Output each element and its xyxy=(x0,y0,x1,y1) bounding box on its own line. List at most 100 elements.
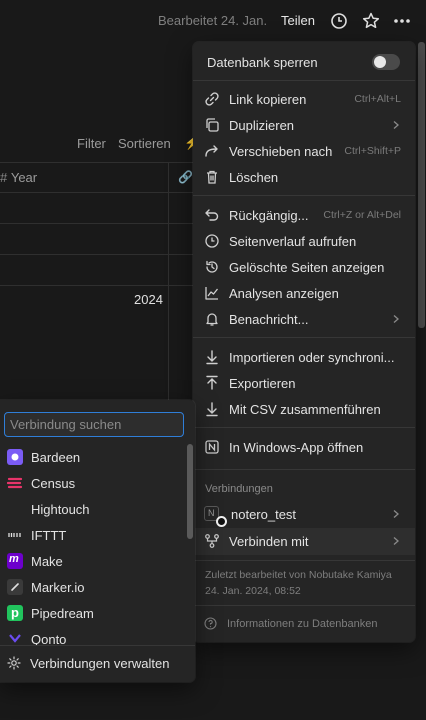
analytics-label: Analysen anzeigen xyxy=(229,286,339,301)
connection-name: notero_test xyxy=(231,507,297,522)
hightouch-logo-icon xyxy=(7,501,23,517)
manage-connections-button[interactable]: Verbindungen verwalten xyxy=(0,645,195,680)
page-scrollbar[interactable] xyxy=(418,42,425,328)
link-icon xyxy=(204,91,220,107)
favorite-star-icon[interactable] xyxy=(361,11,381,31)
export-icon xyxy=(204,375,220,391)
connection-option-label: Bardeen xyxy=(31,450,81,465)
connections-dropdown: Bardeen Census Hightouch IFTTT m Make Ma… xyxy=(0,400,195,682)
connection-option-label: Make xyxy=(31,554,63,569)
connections-scrollbar[interactable] xyxy=(187,444,193,539)
connection-option-make[interactable]: m Make xyxy=(0,548,185,574)
more-options-icon[interactable] xyxy=(392,11,412,31)
bell-icon xyxy=(204,311,220,327)
chevron-right-icon xyxy=(391,536,401,546)
census-logo-icon xyxy=(7,475,23,491)
connection-option-ifttt[interactable]: IFTTT xyxy=(0,522,185,548)
clock-icon xyxy=(204,233,220,249)
copy-link-item[interactable]: Link kopieren Ctrl+Alt+L xyxy=(193,86,415,112)
undo-item[interactable]: Rückgängig... Ctrl+Z or Alt+Del xyxy=(193,202,415,228)
gear-icon xyxy=(7,656,21,670)
csv-merge-icon xyxy=(204,401,220,417)
connection-option-markerio[interactable]: Marker.io xyxy=(0,574,185,600)
table-border xyxy=(0,223,195,224)
divider xyxy=(193,469,415,470)
move-to-item[interactable]: Verschieben nach Ctrl+Shift+P xyxy=(193,138,415,164)
chevron-right-icon xyxy=(391,509,401,519)
last-edited-label: Bearbeitet 24. Jan. xyxy=(158,13,268,28)
chevron-right-icon xyxy=(391,120,401,130)
chevron-right-icon xyxy=(391,314,401,324)
column-divider xyxy=(168,162,169,400)
connection-search-box[interactable] xyxy=(4,412,184,437)
history-clock-icon[interactable] xyxy=(329,11,349,31)
restore-icon xyxy=(204,259,220,275)
connection-option-census[interactable]: Census xyxy=(0,470,185,496)
delete-item[interactable]: Löschen xyxy=(193,164,415,190)
analytics-item[interactable]: Analysen anzeigen xyxy=(193,280,415,306)
import-label: Importieren oder synchroni... xyxy=(229,350,395,365)
bardeen-logo-icon xyxy=(7,449,23,465)
duplicate-item[interactable]: Duplizieren xyxy=(193,112,415,138)
export-label: Exportieren xyxy=(229,376,296,391)
connection-option-pipedream[interactable]: p Pipedream xyxy=(0,600,185,626)
connect-with-item[interactable]: Verbinden mit xyxy=(193,528,415,555)
notifications-item[interactable]: Benachricht... xyxy=(193,306,415,332)
undo-label: Rückgängig... xyxy=(229,208,309,223)
table-border xyxy=(0,254,195,255)
year-cell[interactable]: 2024 xyxy=(134,292,163,307)
divider xyxy=(193,605,415,606)
import-item[interactable]: Importieren oder synchroni... xyxy=(193,344,415,370)
database-info-label: Informationen zu Datenbanken xyxy=(227,618,378,630)
notifications-label: Benachricht... xyxy=(229,312,309,327)
open-windows-app-item[interactable]: In Windows-App öffnen xyxy=(193,434,415,460)
divider xyxy=(193,195,415,196)
connections-heading: Verbindungen xyxy=(205,483,273,495)
divider xyxy=(193,337,415,338)
connection-option-hightouch[interactable]: Hightouch xyxy=(0,496,185,522)
connection-option-bardeen[interactable]: Bardeen xyxy=(0,444,185,470)
markerio-logo-icon xyxy=(7,579,23,595)
connection-option-label: Marker.io xyxy=(31,580,85,595)
move-to-shortcut: Ctrl+Shift+P xyxy=(344,145,401,157)
connect-with-label: Verbinden mit xyxy=(229,534,309,549)
trash-icon xyxy=(204,169,220,185)
open-windows-app-label: In Windows-App öffnen xyxy=(229,440,364,455)
connection-option-label: Hightouch xyxy=(31,502,90,517)
delete-label: Löschen xyxy=(229,170,279,185)
notion-app-icon xyxy=(204,439,220,455)
divider xyxy=(193,80,415,81)
page-history-item[interactable]: Seitenverlauf aufrufen xyxy=(193,228,415,254)
divider xyxy=(193,427,415,428)
table-border xyxy=(0,192,195,193)
duplicate-icon xyxy=(204,117,220,133)
chart-icon xyxy=(204,285,220,301)
database-info-item[interactable]: Informationen zu Datenbanken xyxy=(193,611,415,637)
lock-database-toggle[interactable] xyxy=(372,54,400,70)
connection-search-input[interactable] xyxy=(10,416,175,433)
year-column-header[interactable]: # Year xyxy=(0,170,37,185)
last-edited-date: 24. Jan. 2024, 08:52 xyxy=(205,585,301,597)
connect-nodes-icon xyxy=(204,533,220,549)
connection-option-label: IFTTT xyxy=(31,528,67,543)
undo-shortcut: Ctrl+Z or Alt+Del xyxy=(323,209,401,221)
make-logo-icon: m xyxy=(7,553,23,569)
lock-database-item[interactable]: Datenbank sperren xyxy=(193,48,415,76)
table-border xyxy=(0,285,195,286)
share-button[interactable]: Teilen xyxy=(281,13,315,28)
duplicate-label: Duplizieren xyxy=(229,118,295,133)
copy-link-label: Link kopieren xyxy=(229,92,307,107)
connection-option-label: Pipedream xyxy=(31,606,94,621)
sort-button[interactable]: Sortieren xyxy=(118,136,171,151)
merge-csv-item[interactable]: Mit CSV zusammenführen xyxy=(193,396,415,422)
cursor-indicator xyxy=(216,516,227,527)
export-item[interactable]: Exportieren xyxy=(193,370,415,396)
undo-icon xyxy=(204,207,220,223)
lock-database-label: Datenbank sperren xyxy=(207,55,318,70)
pipedream-logo-icon: p xyxy=(7,605,23,621)
connection-option-label: Census xyxy=(31,476,76,491)
deleted-pages-item[interactable]: Gelöschte Seiten anzeigen xyxy=(193,254,415,280)
merge-csv-label: Mit CSV zusammenführen xyxy=(229,402,381,417)
filter-button[interactable]: Filter xyxy=(77,136,106,151)
toggle-knob xyxy=(374,56,386,68)
